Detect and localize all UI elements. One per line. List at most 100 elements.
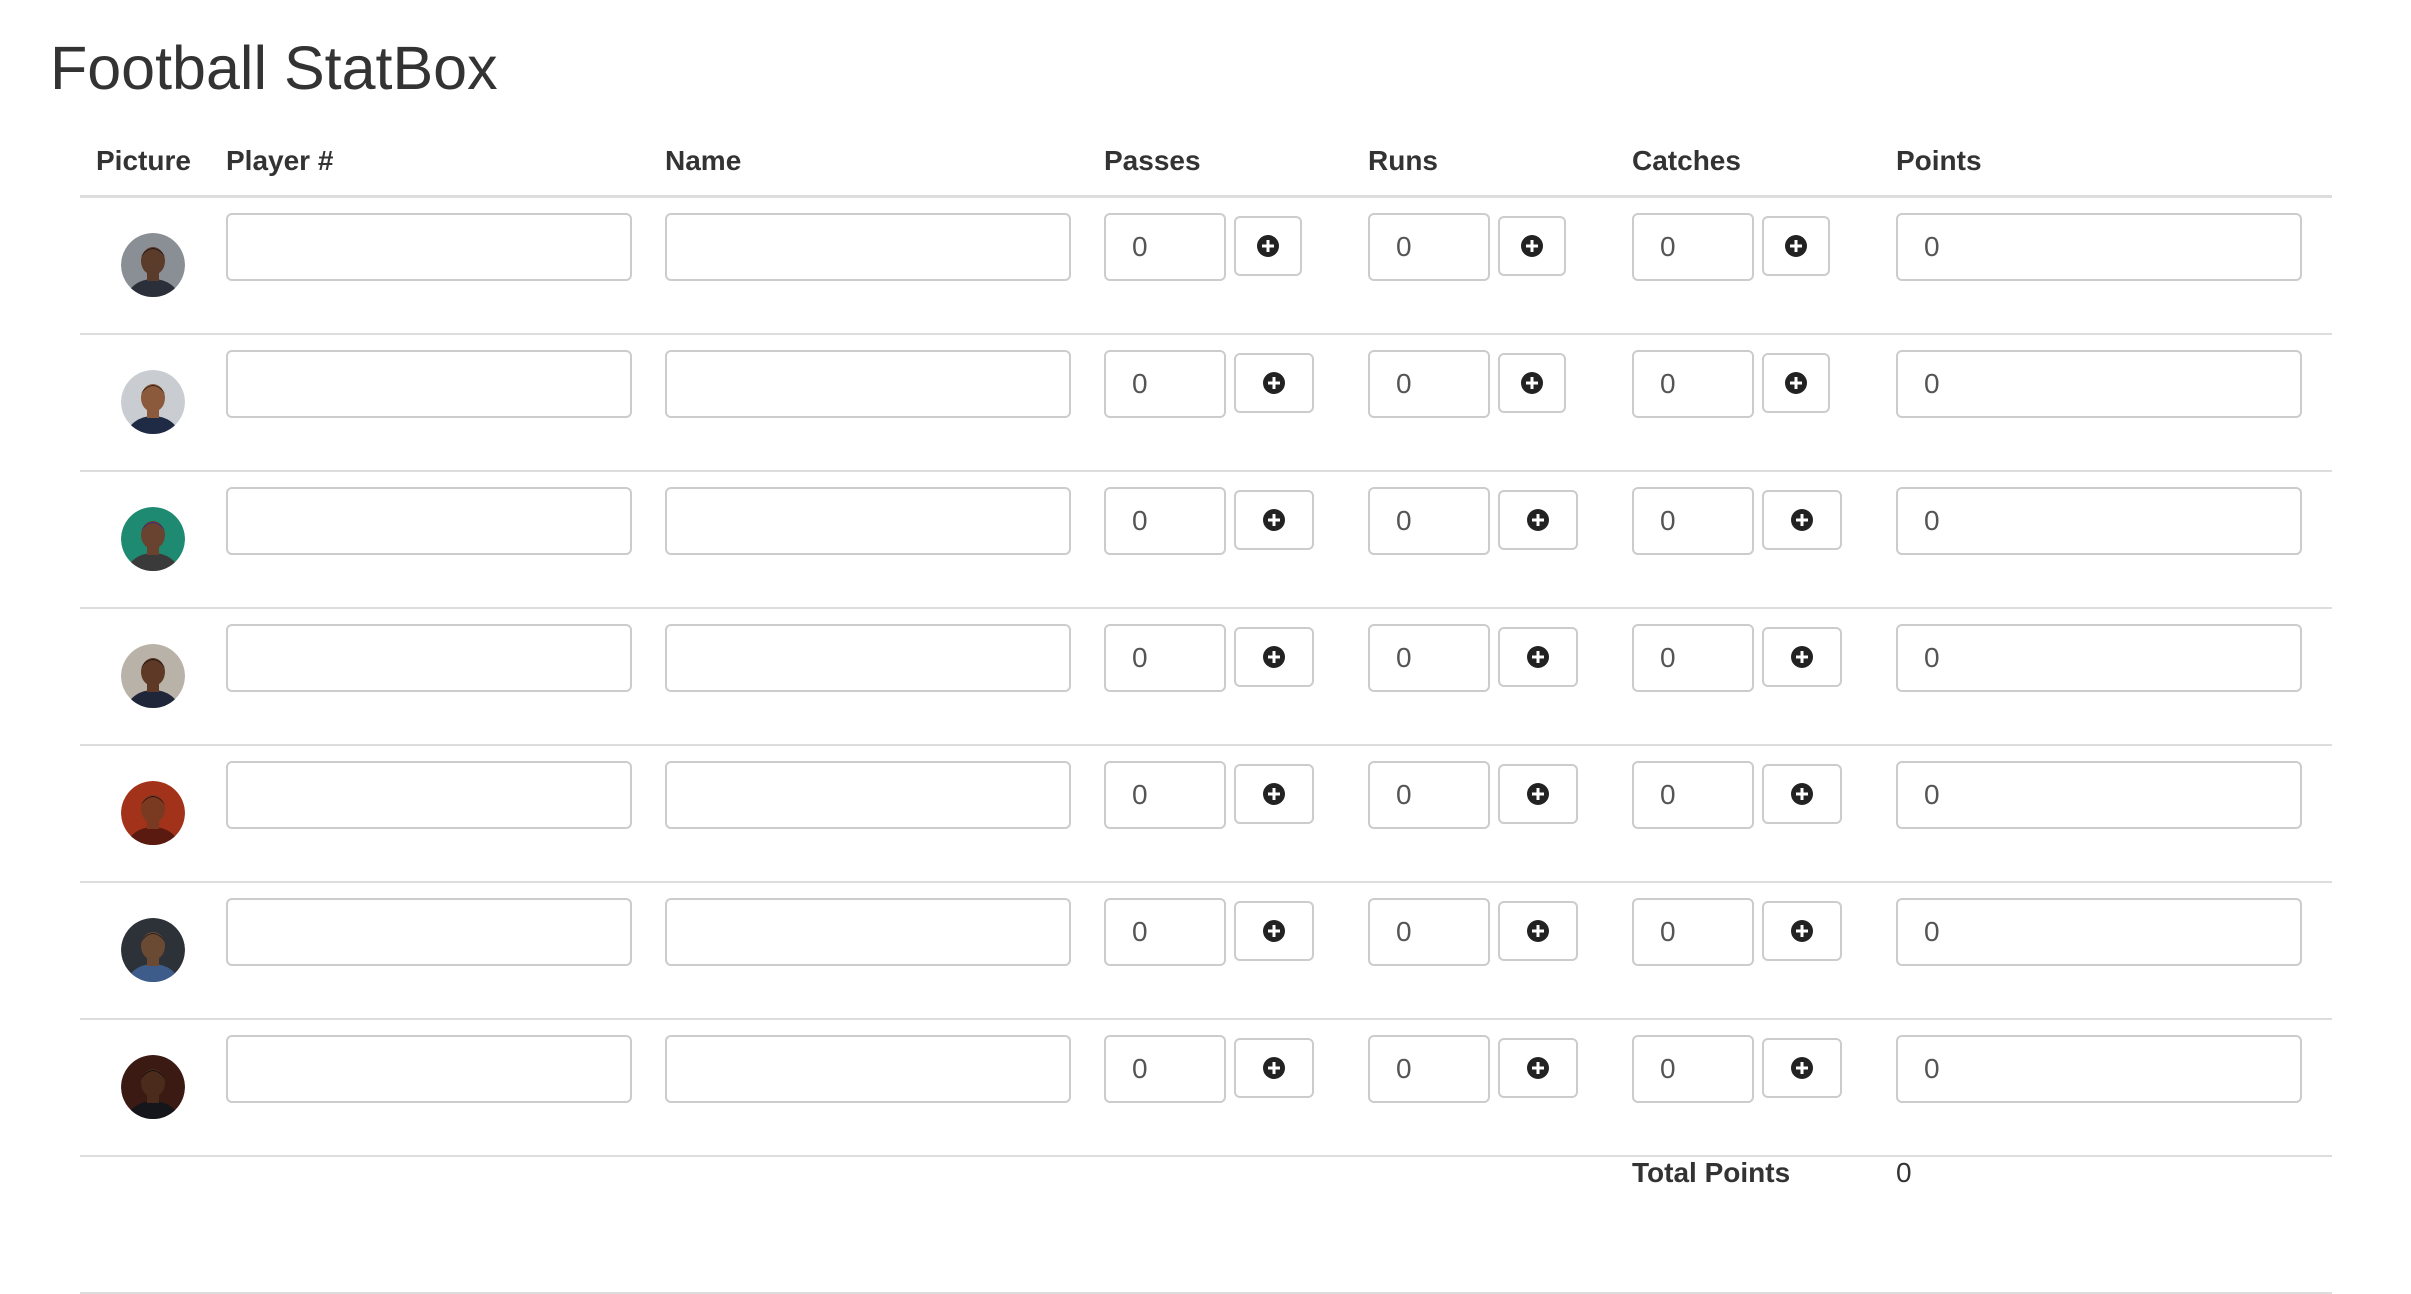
player-name-input[interactable]	[665, 624, 1071, 692]
plus-circle-icon	[1263, 509, 1285, 531]
passes-input[interactable]	[1104, 350, 1226, 418]
plus-circle-icon	[1263, 783, 1285, 805]
add-catch-button[interactable]	[1762, 353, 1830, 413]
plus-circle-icon	[1263, 1057, 1285, 1079]
stats-table: Picture Player # Name Passes Runs Catche…	[80, 127, 2332, 1294]
table-row	[80, 334, 2332, 472]
add-run-button[interactable]	[1498, 490, 1578, 550]
column-header-picture: Picture	[80, 127, 226, 198]
points-input[interactable]	[1896, 1035, 2302, 1103]
catches-input[interactable]	[1632, 1035, 1754, 1103]
plus-circle-icon	[1521, 372, 1543, 394]
player-name-input[interactable]	[665, 350, 1071, 418]
plus-circle-icon	[1791, 509, 1813, 531]
add-pass-button[interactable]	[1234, 490, 1314, 550]
plus-circle-icon	[1527, 646, 1549, 668]
plus-circle-icon	[1527, 783, 1549, 805]
add-catch-button[interactable]	[1762, 1038, 1842, 1098]
runs-input[interactable]	[1368, 1035, 1490, 1103]
runs-input[interactable]	[1368, 350, 1490, 418]
points-input[interactable]	[1896, 624, 2302, 692]
add-pass-button[interactable]	[1234, 627, 1314, 687]
catches-input[interactable]	[1632, 624, 1754, 692]
points-input[interactable]	[1896, 350, 2302, 418]
add-catch-button[interactable]	[1762, 764, 1842, 824]
passes-input[interactable]	[1104, 487, 1226, 555]
total-points-value: 0	[1896, 1157, 1912, 1188]
plus-circle-icon	[1527, 1057, 1549, 1079]
plus-circle-icon	[1785, 372, 1807, 394]
page-title: Football StatBox	[50, 34, 498, 102]
passes-input[interactable]	[1104, 898, 1226, 966]
add-run-button[interactable]	[1498, 627, 1578, 687]
player-number-input[interactable]	[226, 624, 632, 692]
column-header-runs: Runs	[1368, 127, 1632, 198]
points-input[interactable]	[1896, 213, 2302, 281]
add-run-button[interactable]	[1498, 1038, 1578, 1098]
player-avatar	[121, 918, 185, 982]
player-name-input[interactable]	[665, 1035, 1071, 1103]
column-header-catches: Catches	[1632, 127, 1896, 198]
add-pass-button[interactable]	[1234, 353, 1314, 413]
column-header-player-number: Player #	[226, 127, 665, 198]
player-number-input[interactable]	[226, 898, 632, 966]
player-avatar	[121, 370, 185, 434]
player-avatar	[121, 781, 185, 845]
catches-input[interactable]	[1632, 350, 1754, 418]
add-catch-button[interactable]	[1762, 216, 1830, 276]
add-catch-button[interactable]	[1762, 490, 1842, 550]
plus-circle-icon	[1791, 646, 1813, 668]
add-run-button[interactable]	[1498, 353, 1566, 413]
passes-input[interactable]	[1104, 213, 1226, 281]
points-input[interactable]	[1896, 487, 2302, 555]
points-input[interactable]	[1896, 761, 2302, 829]
header-row: Picture Player # Name Passes Runs Catche…	[80, 127, 2332, 198]
runs-input[interactable]	[1368, 487, 1490, 555]
player-name-input[interactable]	[665, 898, 1071, 966]
player-number-input[interactable]	[226, 761, 632, 829]
add-run-button[interactable]	[1498, 764, 1578, 824]
add-run-button[interactable]	[1498, 216, 1566, 276]
player-name-input[interactable]	[665, 213, 1071, 281]
plus-circle-icon	[1257, 235, 1279, 257]
add-catch-button[interactable]	[1762, 627, 1842, 687]
player-number-input[interactable]	[226, 213, 632, 281]
player-number-input[interactable]	[226, 1035, 632, 1103]
player-number-input[interactable]	[226, 350, 632, 418]
catches-input[interactable]	[1632, 761, 1754, 829]
player-avatar	[121, 507, 185, 571]
table-row	[80, 471, 2332, 609]
player-name-input[interactable]	[665, 761, 1071, 829]
add-pass-button[interactable]	[1234, 901, 1314, 961]
player-name-input[interactable]	[665, 487, 1071, 555]
table-row	[80, 745, 2332, 883]
runs-input[interactable]	[1368, 213, 1490, 281]
runs-input[interactable]	[1368, 761, 1490, 829]
runs-input[interactable]	[1368, 898, 1490, 966]
add-run-button[interactable]	[1498, 901, 1578, 961]
passes-input[interactable]	[1104, 761, 1226, 829]
passes-input[interactable]	[1104, 1035, 1226, 1103]
column-header-name: Name	[665, 127, 1104, 198]
column-header-points: Points	[1896, 127, 2332, 198]
add-pass-button[interactable]	[1234, 1038, 1314, 1098]
add-catch-button[interactable]	[1762, 901, 1842, 961]
total-row: Total Points 0	[80, 1156, 2332, 1294]
passes-input[interactable]	[1104, 624, 1226, 692]
catches-input[interactable]	[1632, 487, 1754, 555]
table-row	[80, 196, 2332, 335]
plus-circle-icon	[1791, 920, 1813, 942]
runs-input[interactable]	[1368, 624, 1490, 692]
plus-circle-icon	[1521, 235, 1543, 257]
add-pass-button[interactable]	[1234, 764, 1314, 824]
add-pass-button[interactable]	[1234, 216, 1302, 276]
column-header-passes: Passes	[1104, 127, 1368, 198]
catches-input[interactable]	[1632, 213, 1754, 281]
catches-input[interactable]	[1632, 898, 1754, 966]
player-avatar	[121, 233, 185, 297]
points-input[interactable]	[1896, 898, 2302, 966]
player-number-input[interactable]	[226, 487, 632, 555]
table-row	[80, 882, 2332, 1020]
plus-circle-icon	[1527, 920, 1549, 942]
plus-circle-icon	[1263, 646, 1285, 668]
